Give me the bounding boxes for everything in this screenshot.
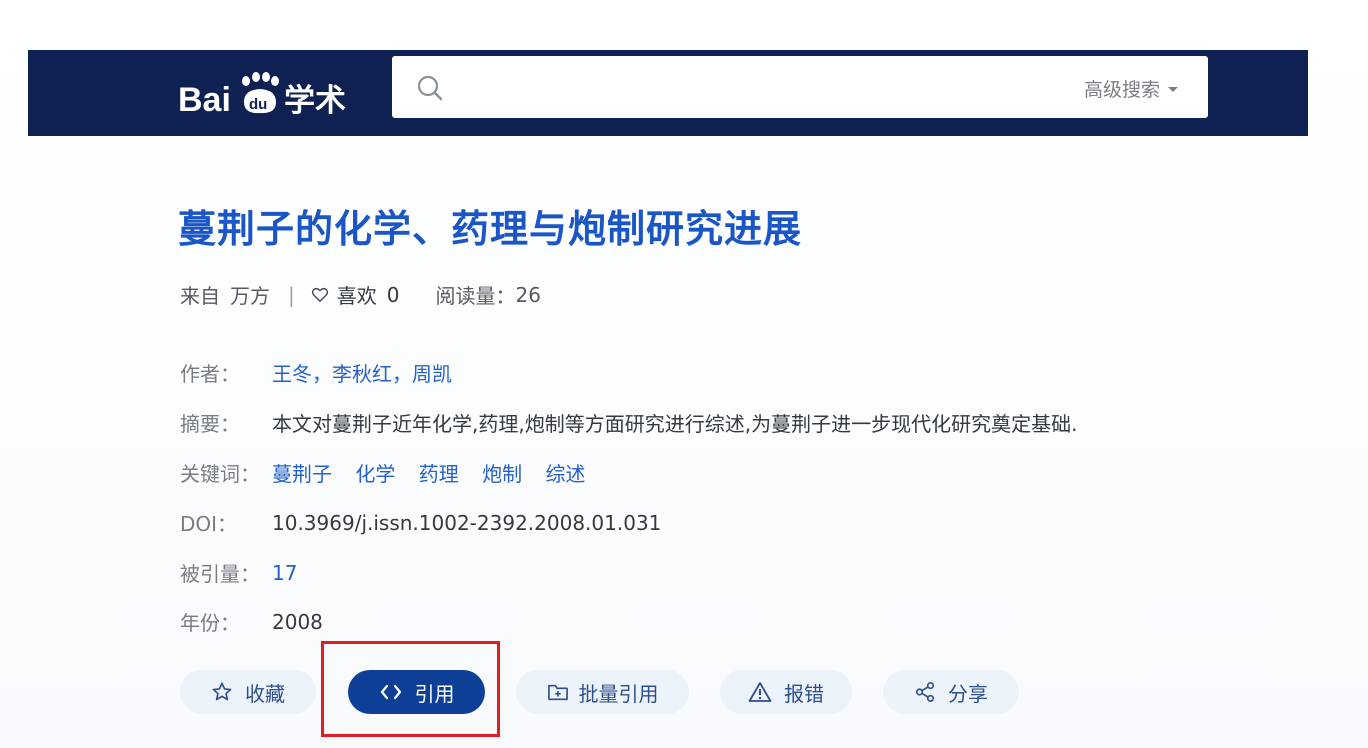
star-icon <box>212 682 232 701</box>
search-input[interactable] <box>458 68 1022 108</box>
collect-label: 收藏 <box>245 681 285 706</box>
doi-label: DOI： <box>180 512 238 536</box>
batch-cite-label: 批量引用 <box>578 681 659 706</box>
authors-row: 作者： 王冬，李秋红，周凯 <box>180 358 452 387</box>
warning-icon <box>748 682 772 702</box>
report-error-button[interactable]: 报错 <box>720 670 852 714</box>
heart-icon <box>311 287 328 302</box>
author-separator: ， <box>392 362 412 386</box>
cited-label: 被引量： <box>180 562 260 586</box>
paper-meta: 来自 万方 | 喜欢 0 阅读量： 26 <box>180 280 541 309</box>
share-label: 分享 <box>948 681 988 706</box>
keywords-row: 关键词： 蔓荆子 化学 药理 炮制 综述 <box>180 458 602 487</box>
authors-label: 作者： <box>180 362 240 386</box>
abstract-label: 摘要： <box>180 412 240 436</box>
authors-list: 王冬，李秋红，周凯 <box>272 358 452 387</box>
author-link[interactable]: 李秋红 <box>332 362 392 386</box>
page: Bai du 学术 高级搜索 蔓荆子的化学、药理与炮制研究进展 来自 万方 | … <box>0 0 1368 748</box>
chevron-down-icon <box>1168 87 1178 92</box>
keyword-link[interactable]: 药理 <box>419 462 459 486</box>
likes-count: 0 <box>386 282 400 307</box>
year-value: 2008 <box>272 609 323 634</box>
svg-text:学术: 学术 <box>284 83 346 118</box>
year-row: 年份： 2008 <box>180 607 323 636</box>
keywords-label: 关键词： <box>180 462 260 486</box>
like-button[interactable]: 喜欢 0 <box>311 280 400 309</box>
year-label: 年份： <box>180 611 240 635</box>
collect-button[interactable]: 收藏 <box>180 670 316 714</box>
keyword-link[interactable]: 炮制 <box>482 462 522 486</box>
source-name: 万方 <box>230 284 270 308</box>
source-prefix: 来自 <box>180 284 220 308</box>
cited-row: 被引量： 17 <box>180 558 297 587</box>
header-bar: Bai du 学术 高级搜索 <box>28 50 1308 136</box>
reads-label: 阅读量： <box>435 284 516 308</box>
abstract-text: 本文对蔓荆子近年化学,药理,炮制等方面研究进行综述,为蔓荆子进一步现代化研究奠定… <box>272 412 1078 436</box>
meta-separator: | <box>288 282 295 307</box>
folder-add-icon <box>547 684 568 701</box>
baidu-scholar-logo[interactable]: Bai du 学术 <box>178 68 356 118</box>
abstract-row: 摘要： 本文对蔓荆子近年化学,药理,炮制等方面研究进行综述,为蔓荆子进一步现代化… <box>180 408 1077 437</box>
batch-cite-button[interactable]: 批量引用 <box>516 670 689 714</box>
search-box: 高级搜索 <box>392 56 1208 118</box>
keyword-link[interactable]: 综述 <box>545 462 585 486</box>
author-link[interactable]: 周凯 <box>412 362 452 386</box>
advanced-search-label: 高级搜索 <box>1083 79 1160 101</box>
keyword-link[interactable]: 蔓荆子 <box>272 462 332 486</box>
share-icon <box>915 682 935 702</box>
svg-text:Bai: Bai <box>178 81 231 118</box>
doi-row: DOI： 10.3969/j.issn.1002-2392.2008.01.03… <box>180 508 661 537</box>
advanced-search-dropdown[interactable]: 高级搜索 <box>1084 75 1178 102</box>
likes-label: 喜欢 <box>336 284 377 308</box>
reads-count: 26 <box>515 282 541 307</box>
report-error-label: 报错 <box>784 681 824 706</box>
keywords-list: 蔓荆子 化学 药理 炮制 综述 <box>272 458 602 487</box>
author-separator: ， <box>312 362 332 386</box>
cited-count-link[interactable]: 17 <box>272 561 297 585</box>
paper-title[interactable]: 蔓荆子的化学、药理与炮制研究进展 <box>178 198 802 253</box>
author-link[interactable]: 王冬 <box>272 362 312 386</box>
svg-text:du: du <box>249 96 267 113</box>
doi-value: 10.3969/j.issn.1002-2392.2008.01.031 <box>272 510 662 535</box>
keyword-link[interactable]: 化学 <box>355 462 395 486</box>
share-button[interactable]: 分享 <box>883 670 1019 714</box>
highlight-annotation-box <box>321 641 500 737</box>
search-icon[interactable] <box>416 74 444 102</box>
